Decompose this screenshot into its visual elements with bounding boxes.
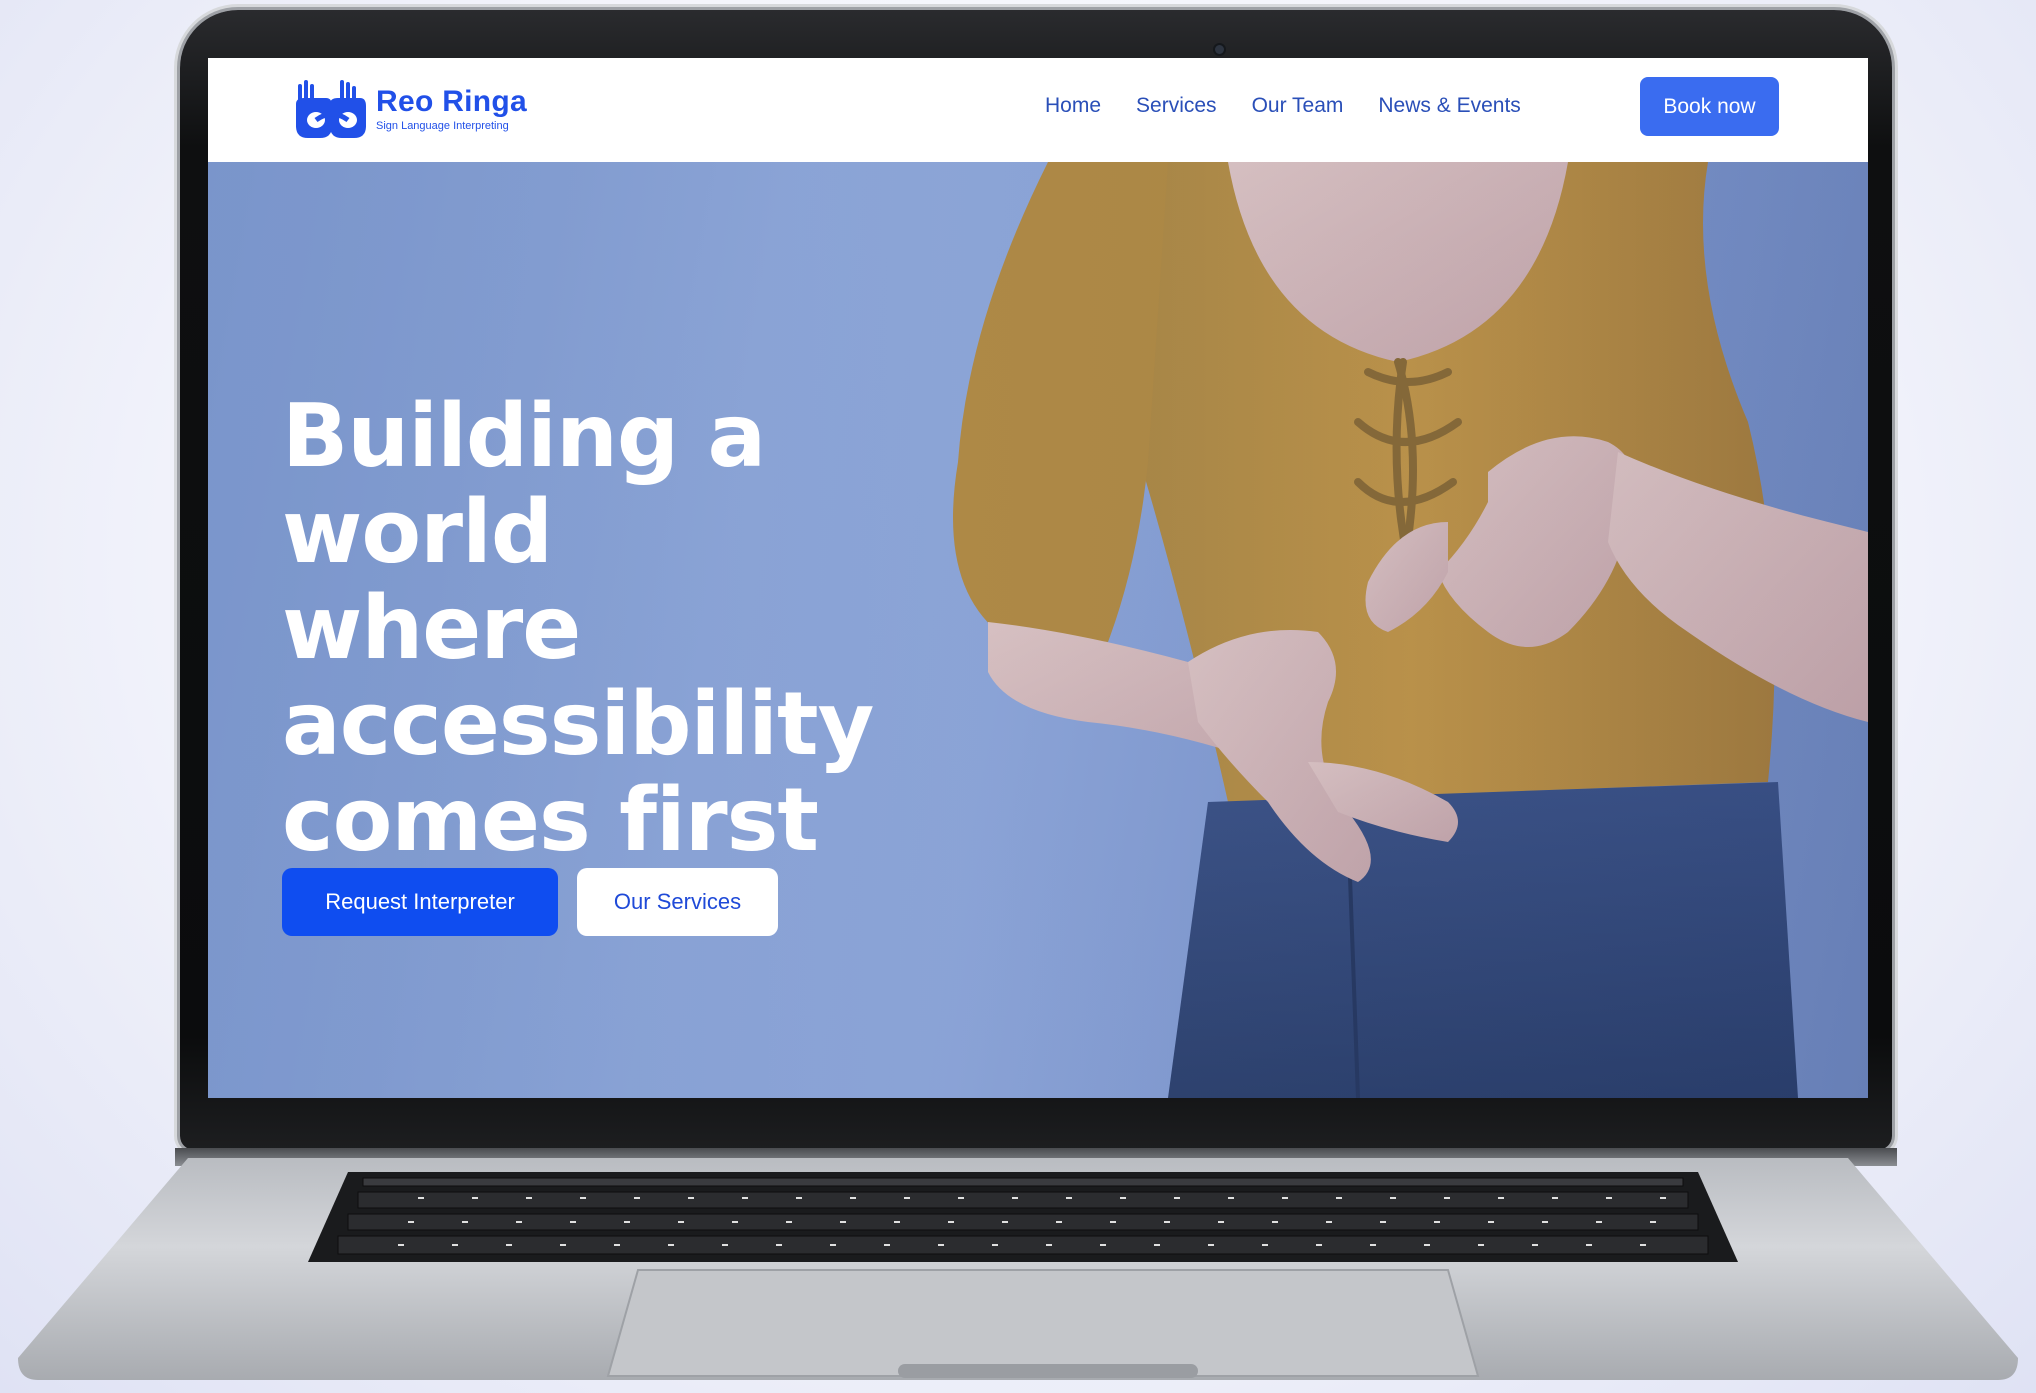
- book-now-button[interactable]: Book now: [1640, 77, 1779, 136]
- hero-section: Building a world where accessibility com…: [208, 162, 1868, 1098]
- webcam: [1215, 45, 1224, 54]
- main-nav: Home Services Our Team News & Events: [1045, 94, 1521, 118]
- logo-tagline: Sign Language Interpreting: [376, 120, 509, 132]
- site-header: Reo Ringa Sign Language Interpreting Hom…: [208, 58, 1868, 162]
- laptop-base: [18, 1158, 2018, 1383]
- nav-news-events[interactable]: News & Events: [1378, 94, 1520, 118]
- laptop-keyboard: [18, 1158, 2018, 1380]
- our-services-button[interactable]: Our Services: [577, 868, 778, 936]
- nav-services[interactable]: Services: [1136, 94, 1217, 118]
- hands-logo-icon: [296, 80, 366, 138]
- nav-our-team[interactable]: Our Team: [1252, 94, 1344, 118]
- logo-name: Reo Ringa: [376, 85, 528, 118]
- browser-screen: Reo Ringa Sign Language Interpreting Hom…: [208, 58, 1868, 1098]
- nav-home[interactable]: Home: [1045, 94, 1101, 118]
- logo-text: Reo Ringa Sign Language Interpreting: [376, 87, 527, 133]
- request-interpreter-button[interactable]: Request Interpreter: [282, 868, 558, 936]
- hero-headline: Building a world where accessibility com…: [282, 385, 874, 871]
- site-logo[interactable]: Reo Ringa Sign Language Interpreting: [292, 78, 527, 142]
